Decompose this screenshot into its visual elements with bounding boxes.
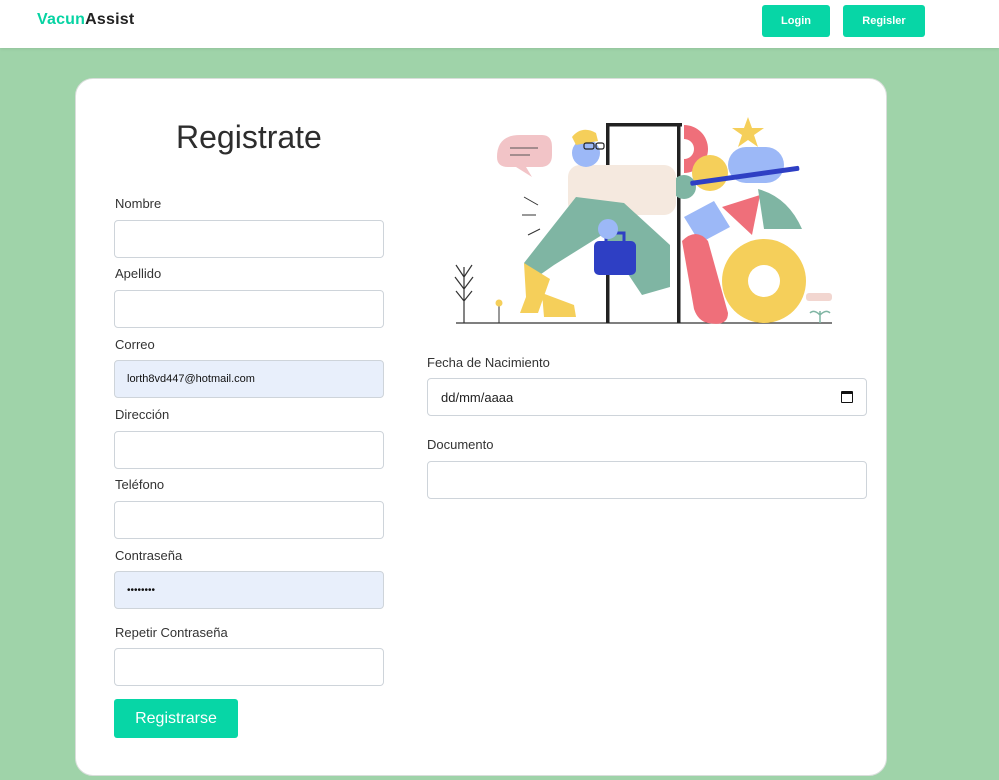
direccion-input[interactable]: [114, 431, 384, 469]
fecha-nacimiento-label: Fecha de Nacimiento: [427, 355, 550, 370]
date-placeholder: dd/mm/aaaa: [441, 390, 514, 405]
registration-illustration: [454, 117, 832, 324]
door-frame-right: [677, 125, 681, 323]
registrarse-button[interactable]: Registrarse: [114, 699, 238, 738]
repeat-password-field[interactable]: [114, 648, 384, 686]
registration-card: Registrate Nombre Apellido Correo Direcc…: [75, 78, 887, 776]
apellido-input[interactable]: [114, 290, 384, 328]
top-navbar: VacunAssist Login Regisler: [0, 0, 999, 48]
direccion-label: Dirección: [115, 407, 170, 422]
calendar-icon[interactable]: [841, 391, 853, 403]
documento-input[interactable]: [427, 461, 867, 499]
documento-label: Documento: [427, 437, 494, 452]
password-field[interactable]: [114, 571, 384, 609]
plant-left: [454, 264, 474, 323]
brand-part-assist: Assist: [85, 11, 135, 28]
repetir-contrasena-label: Repetir Contraseña: [115, 625, 228, 640]
brand-part-vacun: Vacun: [37, 11, 86, 28]
telefono-input[interactable]: [114, 501, 384, 539]
register-button[interactable]: Regisler: [843, 5, 925, 37]
email-field[interactable]: [114, 360, 384, 398]
birthdate-input[interactable]: dd/mm/aaaa: [427, 378, 867, 416]
apellido-label: Apellido: [115, 266, 162, 281]
suitcase: [594, 241, 636, 275]
telefono-label: Teléfono: [115, 477, 165, 492]
brand-logo[interactable]: VacunAssist: [37, 11, 134, 29]
nombre-label: Nombre: [115, 196, 162, 211]
page-title: Registrate: [176, 119, 322, 155]
speech-bubble: [497, 135, 552, 177]
login-button[interactable]: Login: [762, 5, 830, 37]
nombre-input[interactable]: [114, 220, 384, 258]
correo-label: Correo: [115, 337, 155, 352]
contrasena-label: Contraseña: [115, 548, 183, 563]
